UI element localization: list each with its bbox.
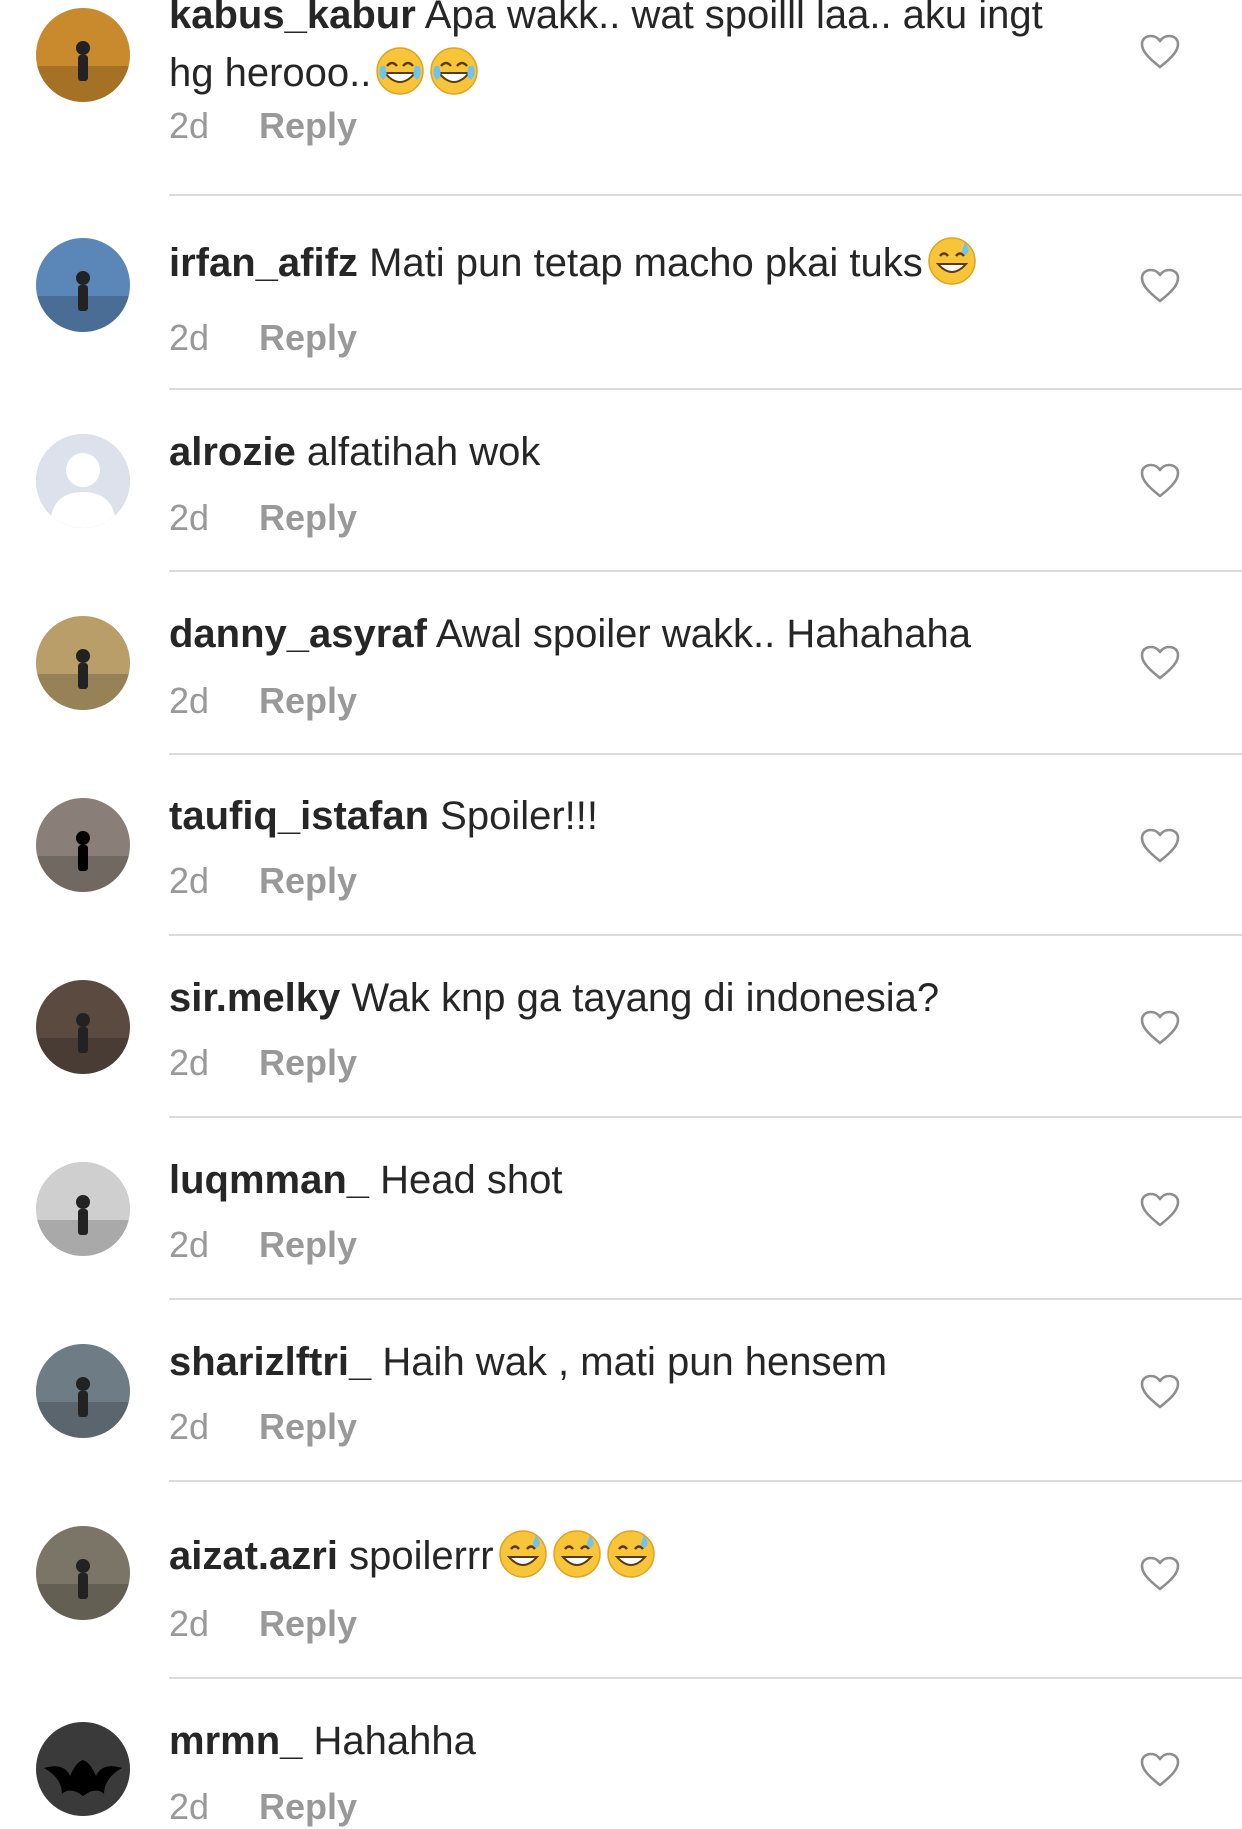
tears-of-joy-emoji — [375, 46, 425, 96]
avatar[interactable] — [36, 616, 130, 710]
comment-username[interactable]: mrmn_ — [169, 1719, 302, 1763]
comment-meta: 2d Reply — [169, 1041, 357, 1085]
reply-button[interactable]: Reply — [259, 1786, 357, 1827]
comment-timestamp: 2d — [169, 1042, 210, 1083]
comment-text: Hahahha — [313, 1719, 476, 1763]
comment-body: sharizlftri_ Haih wak , mati pun hensem — [169, 1333, 1049, 1391]
comment-username[interactable]: irfan_afifz — [169, 241, 358, 285]
grinning-sweat-emoji — [927, 236, 977, 286]
grinning-sweat-emoji — [498, 1529, 548, 1579]
reply-button[interactable]: Reply — [259, 1406, 357, 1447]
avatar[interactable] — [36, 8, 130, 102]
grinning-sweat-emoji — [606, 1529, 656, 1579]
comment-username[interactable]: luqmman_ — [169, 1158, 369, 1202]
tears-of-joy-emoji — [429, 46, 479, 96]
heart-outline-icon[interactable] — [1140, 1752, 1180, 1788]
comment-text: spoilerrr — [349, 1534, 494, 1578]
comment-meta: 2d Reply — [169, 104, 357, 148]
comment-body: luqmman_ Head shot — [169, 1151, 1049, 1209]
comment-username[interactable]: aizat.azri — [169, 1534, 338, 1578]
comment-username[interactable]: danny_asyraf — [169, 612, 427, 656]
comment-timestamp: 2d — [169, 497, 210, 538]
reply-button[interactable]: Reply — [259, 317, 357, 358]
comment-body: mrmn_ Hahahha — [169, 1712, 1049, 1770]
comment-meta: 2d Reply — [169, 1405, 357, 1449]
comment-body: sir.melky Wak knp ga tayang di indonesia… — [169, 969, 1049, 1027]
heart-outline-icon[interactable] — [1140, 828, 1180, 864]
comment-username[interactable]: taufiq_istafan — [169, 794, 429, 838]
heart-outline-icon[interactable] — [1140, 1374, 1180, 1410]
divider — [169, 1298, 1242, 1300]
comment-meta: 2d Reply — [169, 316, 357, 360]
comment-body: irfan_afifz Mati pun tetap macho pkai tu… — [169, 234, 1049, 292]
comment-text: Spoiler!!! — [440, 794, 599, 838]
divider — [169, 1480, 1242, 1482]
comment-username[interactable]: kabus_kabur — [169, 0, 416, 37]
reply-button[interactable]: Reply — [259, 680, 357, 721]
heart-outline-icon[interactable] — [1140, 645, 1180, 681]
comment-text: alfatihah wok — [306, 430, 541, 474]
comment-meta: 2d Reply — [169, 859, 357, 903]
comment-timestamp: 2d — [169, 1786, 210, 1827]
comment-username[interactable]: sir.melky — [169, 976, 340, 1020]
heart-outline-icon[interactable] — [1140, 1010, 1180, 1046]
divider — [169, 570, 1242, 572]
comment-timestamp: 2d — [169, 1406, 210, 1447]
reply-button[interactable]: Reply — [259, 1042, 357, 1083]
divider — [169, 194, 1242, 196]
avatar[interactable] — [36, 1526, 130, 1620]
heart-outline-icon[interactable] — [1140, 1556, 1180, 1592]
comment-meta: 2d Reply — [169, 1602, 357, 1646]
comment-body: aizat.azri spoilerrr — [169, 1527, 1049, 1585]
divider — [169, 934, 1242, 936]
comment-body: taufiq_istafan Spoiler!!! — [169, 787, 1049, 845]
divider — [169, 388, 1242, 390]
comment-text: Wak knp ga tayang di indonesia? — [351, 976, 940, 1020]
comment-timestamp: 2d — [169, 860, 210, 901]
reply-button[interactable]: Reply — [259, 860, 357, 901]
avatar[interactable] — [36, 434, 130, 528]
reply-button[interactable]: Reply — [259, 497, 357, 538]
comment-text: Haih wak , mati pun hensem — [382, 1340, 888, 1384]
reply-button[interactable]: Reply — [259, 1603, 357, 1644]
comment-username[interactable]: sharizlftri_ — [169, 1340, 371, 1384]
avatar[interactable] — [36, 798, 130, 892]
comment-meta: 2d Reply — [169, 1223, 357, 1267]
divider — [169, 753, 1242, 755]
comment-text: Head shot — [380, 1158, 563, 1202]
comment-timestamp: 2d — [169, 1603, 210, 1644]
heart-outline-icon[interactable] — [1140, 268, 1180, 304]
grinning-sweat-emoji — [552, 1529, 602, 1579]
comment-meta: 2d Reply — [169, 679, 357, 723]
comment-text: Mati pun tetap macho pkai tuks — [369, 241, 923, 285]
avatar[interactable] — [36, 1344, 130, 1438]
reply-button[interactable]: Reply — [259, 105, 357, 146]
avatar[interactable] — [36, 1722, 130, 1816]
comment-username[interactable]: alrozie — [169, 430, 296, 474]
divider — [169, 1677, 1242, 1679]
comment-timestamp: 2d — [169, 680, 210, 721]
avatar[interactable] — [36, 238, 130, 332]
heart-outline-icon[interactable] — [1140, 34, 1180, 70]
comment-meta: 2d Reply — [169, 496, 357, 540]
avatar[interactable] — [36, 1162, 130, 1256]
comment-timestamp: 2d — [169, 317, 210, 358]
comment-body: alrozie alfatihah wok — [169, 423, 1049, 481]
comment-body: danny_asyraf Awal spoiler wakk.. Hahahah… — [169, 605, 1049, 663]
comment-text: Awal spoiler wakk.. Hahahaha — [435, 612, 971, 656]
avatar[interactable] — [36, 980, 130, 1074]
reply-button[interactable]: Reply — [259, 1224, 357, 1265]
divider — [169, 1116, 1242, 1118]
comment-timestamp: 2d — [169, 1224, 210, 1265]
comment-timestamp: 2d — [169, 105, 210, 146]
heart-outline-icon[interactable] — [1140, 463, 1180, 499]
comment-body: kabus_kabur Apa wakk.. wat spoilll laa..… — [169, 0, 1049, 102]
heart-outline-icon[interactable] — [1140, 1192, 1180, 1228]
comment-meta: 2d Reply — [169, 1785, 357, 1829]
